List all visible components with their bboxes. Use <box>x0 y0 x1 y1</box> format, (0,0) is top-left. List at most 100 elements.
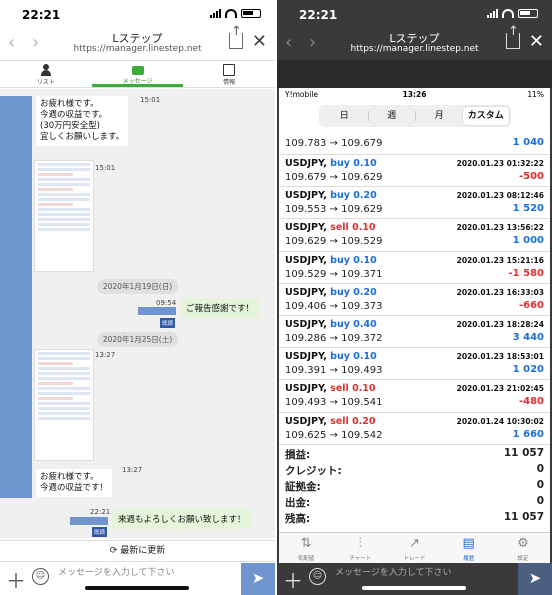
close-icon[interactable]: ✕ <box>529 31 544 52</box>
browser-header: ‹ › Lステップ https://manager.linestep.net ✕ <box>0 24 275 58</box>
tab-info[interactable]: 情報 <box>183 61 275 87</box>
trade-pnl: 3 440 <box>512 331 544 343</box>
trade-row[interactable]: USDJPY, buy 0.20 2020.01.23 16:33:03 109.4… <box>279 284 550 316</box>
trade-time: 2020.01.23 18:53:01 <box>456 352 544 362</box>
person-icon <box>40 64 52 76</box>
segment-month[interactable]: 月 <box>416 107 463 125</box>
trade-direction: buy 0.20 <box>330 190 377 202</box>
trade-direction: buy 0.40 <box>330 318 377 330</box>
tab-message[interactable]: メッセージ <box>91 61 184 87</box>
chat-area[interactable]: お疲れ様です。 今週の収益です。 (30万円安全型) 宜しくお願いします。 15… <box>0 89 275 538</box>
period-segmented-control: 日 週 月 カスタム <box>319 105 511 127</box>
message-composer: ＋ ☺ メッセージを入力して下さい ➤ <box>277 563 552 595</box>
tab-bar-dimmed <box>277 60 552 88</box>
trade-direction: buy 0.20 <box>330 286 377 298</box>
trade-row[interactable]: USDJPY, sell 0.20 2020.01.24 10:30:02 109.… <box>279 413 550 445</box>
trade-price: 109.629 → 109.529 <box>285 236 383 248</box>
summary-row: 残高: 11 057 <box>279 510 550 526</box>
chart-icon: ⫶ <box>358 536 362 551</box>
trade-time: 2020.01.23 16:33:03 <box>456 287 544 297</box>
message-time: 22:21 <box>90 508 111 516</box>
message-input[interactable]: メッセージを入力して下さい <box>335 565 452 578</box>
trade-row[interactable]: USDJPY, buy 0.20 2020.01.23 08:12:46 109.5… <box>279 187 550 220</box>
summary-row: 出金: 0 <box>279 494 550 510</box>
trade-time: 2020.01.23 01:32:22 <box>456 159 544 168</box>
date-separator: 2020年1月19日(日) <box>96 279 179 294</box>
screenshot-thumbnail[interactable] <box>34 349 94 461</box>
trade-price: 109.625 → 109.542 <box>285 429 383 441</box>
home-indicator <box>362 586 466 590</box>
trade-direction: buy 0.10 <box>330 351 377 363</box>
segment-week[interactable]: 週 <box>369 107 416 125</box>
emoji-icon[interactable]: ☺ <box>32 568 49 585</box>
trade-direction: buy 0.10 <box>330 158 377 169</box>
share-icon[interactable] <box>229 24 243 49</box>
trade-time: 2020.01.23 08:12:46 <box>456 191 544 201</box>
emoji-icon[interactable]: ☺ <box>309 568 326 585</box>
plus-icon[interactable]: ＋ <box>6 565 26 594</box>
mt4-history-screenshot[interactable]: Y!mobile 13:26 11% 日 週 月 カスタム 109.783 → … <box>279 88 550 568</box>
share-icon[interactable] <box>506 24 520 49</box>
refresh-button[interactable]: ⟳ 最新に更新 <box>0 540 275 562</box>
refresh-icon: ⟳ <box>109 546 121 556</box>
trade-symbol: USDJPY, buy 0.20 <box>285 190 377 202</box>
tab-list[interactable]: リスト <box>0 61 92 87</box>
inner-status-bar: Y!mobile 13:26 11% <box>279 88 550 102</box>
trade-pnl: -500 <box>518 171 544 182</box>
send-button[interactable]: ➤ <box>518 563 552 595</box>
trade-price: 109.391 → 109.493 <box>285 365 383 377</box>
trade-row[interactable]: USDJPY, buy 0.10 2020.01.23 01:32:22 109.6… <box>279 155 550 188</box>
close-icon[interactable]: ✕ <box>252 31 267 52</box>
screenshot-thumbnail[interactable] <box>34 160 94 272</box>
trade-pnl: 1 660 <box>512 428 544 440</box>
trade-row[interactable]: USDJPY, sell 0.10 2020.01.23 21:02:45 109.… <box>279 380 550 413</box>
read-tag: 既読 <box>92 527 108 537</box>
my-message-bubble: 来週もよろしくお願い致します！ <box>112 509 252 529</box>
quotes-icon: ⇅ <box>300 536 312 551</box>
trade-time: 2020.01.23 21:02:45 <box>456 384 544 394</box>
reply-bar <box>70 517 108 525</box>
inner-battery: 11% <box>527 90 544 99</box>
trade-row[interactable]: USDJPY, buy 0.40 2020.01.23 18:28:24 109.2… <box>279 316 550 349</box>
left-phone-screen: 22:21 ‹ › Lステップ https://manager.linestep… <box>0 0 275 595</box>
trade-symbol: USDJPY, sell 0.10 <box>285 383 376 395</box>
browser-header: ‹ › Lステップ https://manager.linestep.net ✕ <box>277 24 552 58</box>
trade-pnl: 1 520 <box>512 203 544 215</box>
battery-icon <box>241 9 261 18</box>
message-bubble: お疲れ様です。 今週の収益です！ <box>36 469 113 497</box>
inner-time: 13:26 <box>402 90 427 99</box>
segment-day[interactable]: 日 <box>321 107 368 125</box>
message-time: 09:54 <box>156 299 177 307</box>
signal-icon <box>210 9 221 18</box>
trade-row[interactable]: USDJPY, sell 0.10 2020.01.23 13:56:22 109.… <box>279 219 550 252</box>
trade-time: 2020.01.23 18:28:24 <box>456 319 544 329</box>
trade-direction: sell 0.10 <box>330 222 376 234</box>
trade-price: 109.406 → 109.373 <box>285 300 383 312</box>
trade-direction: sell 0.10 <box>330 383 376 395</box>
trade-direction: buy 0.10 <box>330 254 377 266</box>
summary-label: 出金: <box>285 497 311 509</box>
list-icon <box>223 64 236 76</box>
plus-icon[interactable]: ＋ <box>283 565 303 594</box>
wifi-icon <box>502 9 514 18</box>
message-time: 15:01 <box>95 164 116 172</box>
trade-row[interactable]: USDJPY, buy 0.10 2020.01.23 18:53:01 109.3… <box>279 348 550 381</box>
trade-row[interactable]: USDJPY, buy 0.10 2020.01.23 15:21:16 109.5… <box>279 252 550 284</box>
message-time: 13:27 <box>95 351 116 359</box>
summary-row: クレジット: 0 <box>279 462 550 478</box>
trade-row-partial[interactable]: 109.783 → 109.679 1 040 <box>279 133 550 155</box>
trade-symbol: USDJPY, sell 0.10 <box>285 222 376 234</box>
trade-price: 109.529 → 109.371 <box>285 268 383 280</box>
trade-symbol: USDJPY, buy 0.10 <box>285 158 377 169</box>
message-input[interactable]: メッセージを入力して下さい <box>58 565 175 578</box>
trade-pnl: -1 580 <box>508 267 544 279</box>
summary-row: 損益: 11 057 <box>279 446 550 462</box>
trade-pnl: -480 <box>518 396 544 408</box>
side-strip <box>0 96 32 498</box>
send-button[interactable]: ➤ <box>241 563 275 595</box>
history-icon: ▤ <box>462 536 475 551</box>
trade-time: 2020.01.24 10:30:02 <box>456 416 544 426</box>
date-separator: 2020年1月25日(土) <box>96 332 179 347</box>
trade-symbol: USDJPY, buy 0.40 <box>285 318 377 330</box>
segment-custom[interactable]: カスタム <box>462 107 509 125</box>
